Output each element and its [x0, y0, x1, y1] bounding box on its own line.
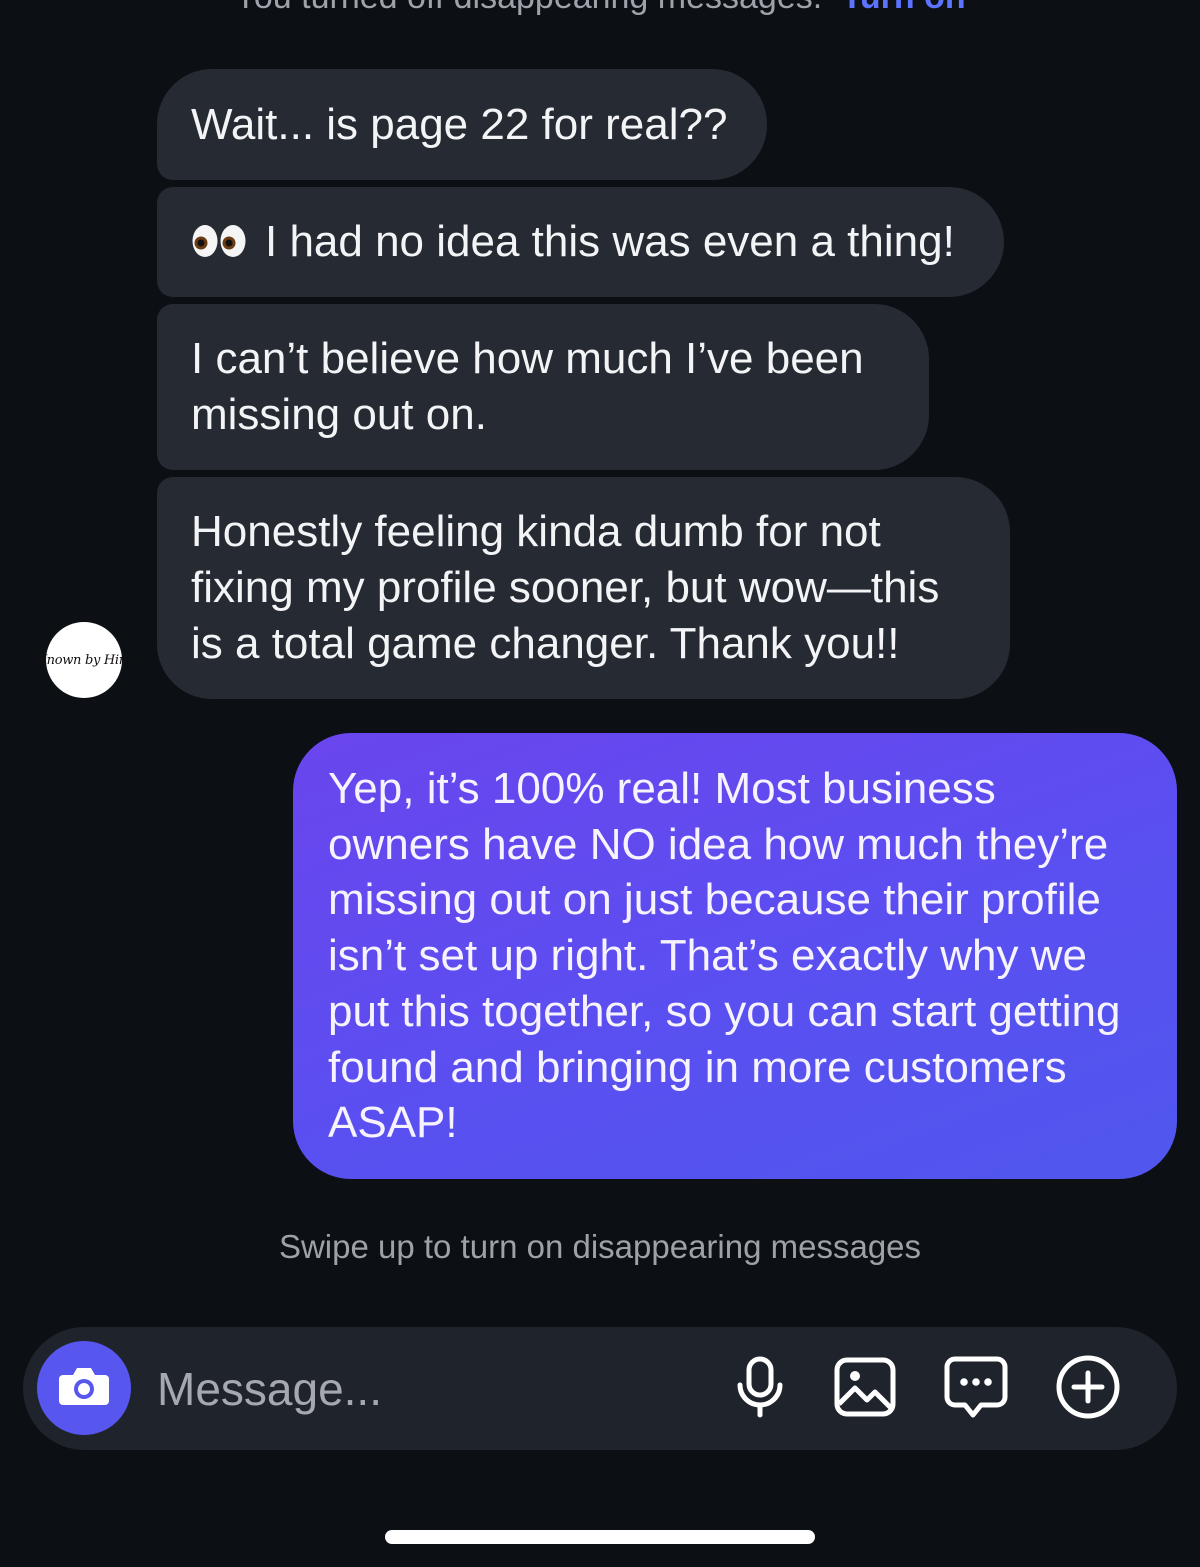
swipe-up-hint: Swipe up to turn on disappearing message… — [278, 1228, 922, 1265]
sticker-icon — [943, 1355, 1009, 1424]
camera-button[interactable] — [37, 1341, 131, 1435]
chat-screen: You turned off disappearing messages. Tu… — [0, 0, 1200, 1567]
incoming-message[interactable]: I had no idea this was even a thing! — [157, 187, 1004, 297]
gallery-button[interactable] — [831, 1355, 899, 1423]
image-icon — [833, 1356, 897, 1423]
incoming-message[interactable]: Honestly feeling kinda dumb for not fixi… — [157, 477, 1010, 699]
avatar-logo-text: Known by Him — [37, 652, 131, 668]
message-content: I had no idea this was even a thing! — [191, 214, 955, 270]
microphone-icon — [732, 1355, 788, 1424]
message-text: I had no idea this was even a thing! — [265, 217, 955, 266]
incoming-message[interactable]: Wait... is page 22 for real?? — [157, 69, 767, 180]
sticker-button[interactable] — [942, 1355, 1010, 1423]
more-options-button[interactable] — [1054, 1355, 1122, 1423]
message-text: Wait... is page 22 for real?? — [191, 99, 728, 149]
message-composer — [23, 1327, 1177, 1450]
message-input[interactable] — [157, 1327, 677, 1450]
incoming-message[interactable]: I can’t believe how much I’ve been missi… — [157, 304, 929, 470]
turn-on-link[interactable]: Turn on — [842, 0, 966, 16]
camera-icon — [57, 1363, 111, 1414]
eyes-emoji-icon — [191, 221, 247, 261]
microphone-button[interactable] — [726, 1355, 794, 1423]
message-text: Yep, it’s 100% real! Most business owner… — [328, 764, 1121, 1148]
message-text: I can’t believe how much I’ve been missi… — [191, 334, 864, 439]
home-indicator[interactable] — [385, 1530, 815, 1544]
outgoing-message[interactable]: Yep, it’s 100% real! Most business owner… — [293, 733, 1177, 1179]
notice-text: You turned off disappearing messages. — [234, 0, 822, 16]
contact-avatar[interactable]: Known by Him — [37, 622, 131, 698]
disappearing-messages-notice: You turned off disappearing messages. Tu… — [0, 0, 1200, 17]
plus-icon — [1055, 1354, 1121, 1425]
message-text: Honestly feeling kinda dumb for not fixi… — [191, 507, 940, 668]
